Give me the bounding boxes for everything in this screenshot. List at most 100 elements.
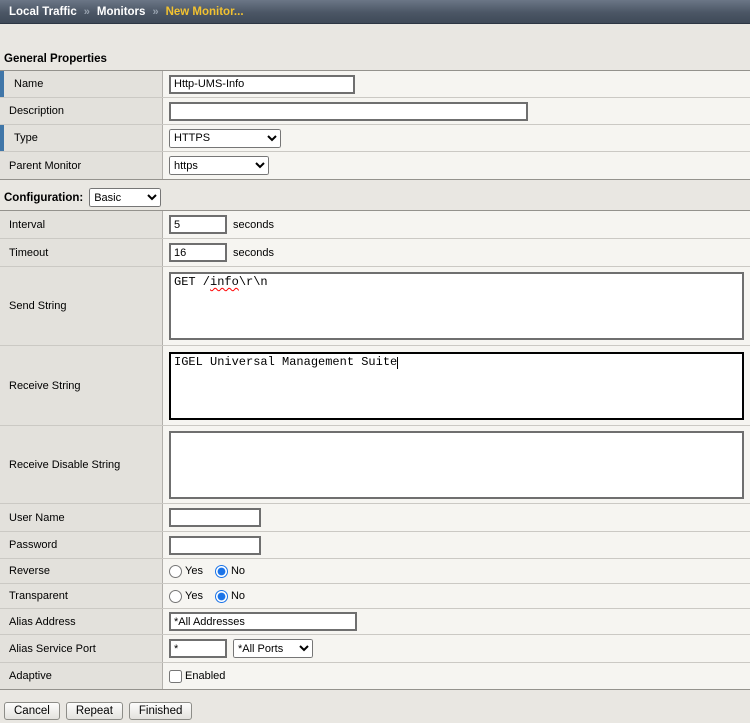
interval-unit: seconds [233, 219, 274, 231]
name-row: Name [0, 71, 750, 98]
receive-disable-string-row: Receive Disable String [0, 426, 750, 504]
parent-monitor-value-cell: https [163, 152, 750, 179]
receive-string-label-cell: Receive String [0, 346, 163, 425]
alias-address-row: Alias Address [0, 609, 750, 635]
breadcrumb-separator-icon: » [152, 6, 158, 18]
breadcrumb-monitors[interactable]: Monitors [97, 6, 146, 18]
adaptive-label-cell: Adaptive [0, 663, 163, 689]
password-label-cell: Password [0, 532, 163, 558]
receive-disable-string-label-cell: Receive Disable String [0, 426, 163, 503]
alias-address-label-cell: Alias Address [0, 609, 163, 634]
reverse-no-option[interactable]: No [215, 565, 245, 578]
transparent-no-option[interactable]: No [215, 590, 245, 603]
adaptive-enabled-label: Enabled [185, 670, 225, 682]
breadcrumb-local-traffic[interactable]: Local Traffic [9, 6, 77, 18]
adaptive-label: Adaptive [9, 670, 52, 682]
type-select[interactable]: HTTPS [169, 129, 281, 148]
description-label-cell: Description [0, 98, 163, 124]
interval-label-cell: Interval [0, 211, 163, 238]
transparent-label-cell: Transparent [0, 584, 163, 608]
send-string-misspelled-word: info [210, 275, 239, 289]
description-label: Description [9, 105, 64, 117]
user-name-label: User Name [9, 512, 65, 524]
configuration-mode-select[interactable]: Basic [89, 188, 161, 207]
interval-row: Interval seconds [0, 211, 750, 239]
send-string-row: Send String GET /info\r\n [0, 267, 750, 346]
name-input[interactable] [169, 75, 355, 94]
parent-monitor-row: Parent Monitor https [0, 152, 750, 179]
new-monitor-page: { "breadcrumb": { "separator": "\u00bb",… [0, 0, 750, 723]
reverse-no-radio[interactable] [215, 565, 228, 578]
type-row: Type HTTPS [0, 125, 750, 152]
send-string-label-cell: Send String [0, 267, 163, 345]
transparent-row: Transparent Yes No [0, 584, 750, 609]
timeout-unit: seconds [233, 247, 274, 259]
description-value-cell [163, 98, 750, 124]
name-label: Name [14, 78, 43, 90]
required-marker [0, 71, 4, 97]
reverse-yes-option[interactable]: Yes [169, 565, 203, 578]
interval-value-cell: seconds [163, 211, 750, 238]
reverse-yes-radio[interactable] [169, 565, 182, 578]
type-label-cell: Type [0, 125, 163, 151]
receive-string-textarea[interactable]: IGEL Universal Management Suite [169, 352, 744, 420]
finished-button[interactable]: Finished [129, 702, 192, 720]
description-row: Description [0, 98, 750, 125]
description-input[interactable] [169, 102, 528, 121]
timeout-label-cell: Timeout [0, 239, 163, 266]
breadcrumb-separator-icon: » [84, 6, 90, 18]
password-input[interactable] [169, 536, 261, 555]
breadcrumb-new-monitor: New Monitor... [166, 6, 244, 18]
transparent-yes-radio[interactable] [169, 590, 182, 603]
send-string-textarea[interactable]: GET /info\r\n [169, 272, 744, 340]
password-label: Password [9, 539, 57, 551]
receive-disable-string-value-cell [163, 426, 750, 503]
reverse-no-label: No [231, 565, 245, 577]
alias-service-port-select[interactable]: *All Ports [233, 639, 313, 658]
user-name-row: User Name [0, 504, 750, 532]
interval-label: Interval [9, 219, 45, 231]
configuration-bar: Configuration: Basic [4, 188, 750, 207]
transparent-yes-option[interactable]: Yes [169, 590, 203, 603]
user-name-input[interactable] [169, 508, 261, 527]
parent-monitor-select[interactable]: https [169, 156, 269, 175]
transparent-value-cell: Yes No [163, 584, 750, 608]
parent-monitor-label-cell: Parent Monitor [0, 152, 163, 179]
password-row: Password [0, 532, 750, 559]
timeout-row: Timeout seconds [0, 239, 750, 267]
timeout-input[interactable] [169, 243, 227, 262]
general-properties-table: Name Description Type HTTPS Parent Monit… [0, 70, 750, 180]
adaptive-enabled-checkbox[interactable] [169, 670, 182, 683]
configuration-label: Configuration: [4, 192, 83, 204]
reverse-yes-label: Yes [185, 565, 203, 577]
alias-address-input[interactable] [169, 612, 357, 631]
receive-string-label: Receive String [9, 380, 81, 392]
text-cursor [397, 357, 398, 369]
type-label: Type [14, 132, 38, 144]
general-properties-title: General Properties [4, 53, 750, 65]
cancel-button[interactable]: Cancel [4, 702, 60, 720]
receive-string-value-cell: IGEL Universal Management Suite [163, 346, 750, 425]
alias-service-port-label-cell: Alias Service Port [0, 635, 163, 662]
adaptive-value-cell: Enabled [163, 663, 750, 689]
password-value-cell [163, 532, 750, 558]
adaptive-enabled-option[interactable]: Enabled [169, 670, 225, 683]
name-value-cell [163, 71, 750, 97]
timeout-label: Timeout [9, 247, 48, 259]
alias-service-port-row: Alias Service Port *All Ports [0, 635, 750, 663]
receive-disable-string-label: Receive Disable String [9, 459, 120, 471]
transparent-no-radio[interactable] [215, 590, 228, 603]
user-name-label-cell: User Name [0, 504, 163, 531]
send-string-value-cell: GET /info\r\n [163, 267, 750, 345]
timeout-value-cell: seconds [163, 239, 750, 266]
type-value-cell: HTTPS [163, 125, 750, 151]
receive-disable-string-textarea[interactable] [169, 431, 744, 499]
alias-service-port-input[interactable] [169, 639, 227, 658]
transparent-no-label: No [231, 590, 245, 602]
repeat-button[interactable]: Repeat [66, 702, 123, 720]
receive-string-row: Receive String IGEL Universal Management… [0, 346, 750, 426]
breadcrumb: Local Traffic » Monitors » New Monitor..… [0, 0, 750, 24]
user-name-value-cell [163, 504, 750, 531]
configuration-table: Interval seconds Timeout seconds Send St… [0, 210, 750, 690]
interval-input[interactable] [169, 215, 227, 234]
